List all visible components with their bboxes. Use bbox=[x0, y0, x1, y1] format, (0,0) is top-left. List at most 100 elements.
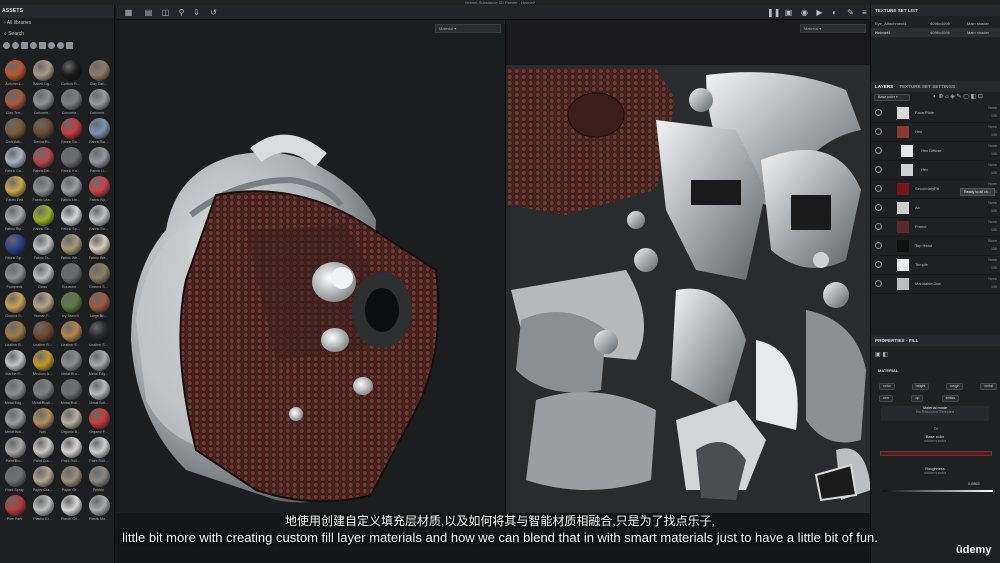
material-thumbnail[interactable]: Metal Wal... bbox=[1, 408, 28, 437]
viewport-3d[interactable]: Material ▾ bbox=[116, 20, 505, 513]
export-icon[interactable]: ⇩ bbox=[192, 8, 201, 17]
toggle-color[interactable]: color bbox=[879, 383, 895, 390]
material-thumbnail[interactable]: Paper Cra... bbox=[29, 466, 56, 495]
history-icon[interactable]: ↺ bbox=[209, 8, 218, 17]
visibility-eye-icon[interactable] bbox=[875, 204, 882, 211]
material-thumbnail[interactable]: Gouache... bbox=[57, 263, 84, 292]
material-thumbnail[interactable]: Metal Rusti... bbox=[29, 379, 56, 408]
material-thumbnail[interactable]: Organic B... bbox=[57, 408, 84, 437]
material-thumbnail[interactable]: Fabric Lin... bbox=[57, 176, 84, 205]
layer-row[interactable]: Hex Diffuse Norm 100 bbox=[871, 142, 1000, 161]
layer-blend-mode[interactable]: Norm bbox=[988, 144, 997, 148]
split-view-icon[interactable]: ◫ bbox=[161, 8, 170, 17]
filter-smart-materials-icon[interactable] bbox=[12, 42, 19, 49]
material-thumbnail[interactable]: Fabric Se... bbox=[29, 205, 56, 234]
layer-blend-mode[interactable]: Norm bbox=[988, 201, 997, 205]
channel-dropdown[interactable]: Base color ▾ bbox=[874, 94, 910, 101]
material-thumbnail[interactable]: Clay Earl... bbox=[85, 60, 112, 89]
layer-row[interactable]: Frame Norm 100 bbox=[871, 218, 1000, 237]
toggle-rough[interactable]: rough bbox=[946, 383, 964, 390]
material-thumbnail[interactable]: Concrete... bbox=[57, 89, 84, 118]
layer-row[interactable]: Mandable Jaw Norm 100 bbox=[871, 275, 1000, 294]
tab-texture-set-settings[interactable]: TEXTURE SET SETTINGS bbox=[899, 81, 955, 92]
material-mode-box[interactable]: Material mode No Resource Selected bbox=[881, 406, 989, 421]
layer-row[interactable]: Hex Norm 100 bbox=[871, 161, 1000, 180]
material-thumbnail[interactable]: Fabric Li... bbox=[85, 147, 112, 176]
pause-icon[interactable]: ❚❚ bbox=[767, 8, 780, 17]
material-thumbnail[interactable]: Glass bbox=[29, 263, 56, 292]
layer-row[interactable]: Temple Norm 100 bbox=[871, 256, 1000, 275]
layer-blend-mode[interactable]: Norm bbox=[988, 106, 997, 110]
material-thumbnail[interactable]: Fabric Ny... bbox=[85, 176, 112, 205]
material-thumbnail[interactable]: Fabric Ba... bbox=[85, 118, 112, 147]
texture-set-row[interactable]: Helmet1 4096x4096 Main shader bbox=[871, 28, 1000, 37]
material-thumbnail[interactable]: Clay Terr... bbox=[1, 89, 28, 118]
display-settings-icon[interactable]: ◉ bbox=[800, 8, 809, 17]
layer-opacity[interactable]: 100 bbox=[991, 209, 997, 213]
visibility-eye-icon[interactable] bbox=[875, 223, 882, 230]
material-thumbnail[interactable]: Metal Bru... bbox=[57, 350, 84, 379]
material-thumbnail[interactable]: Fabric Sp... bbox=[1, 234, 28, 263]
toggle-emiss[interactable]: emiss bbox=[941, 395, 959, 402]
material-thumbnail[interactable]: Fabric Rip... bbox=[1, 205, 28, 234]
visibility-eye-icon[interactable] bbox=[875, 261, 882, 268]
material-thumbnail[interactable]: Metal Edg... bbox=[85, 350, 112, 379]
toggle-op[interactable]: op bbox=[911, 395, 924, 402]
material-thumbnail[interactable]: Leather B... bbox=[1, 321, 28, 350]
grid-view-icon[interactable]: ▦ bbox=[124, 8, 133, 17]
layer-blend-mode[interactable]: Norm bbox=[988, 258, 997, 262]
material-thumbnail[interactable]: Ground S... bbox=[1, 292, 28, 321]
material-thumbnail[interactable]: Fabric Lea... bbox=[29, 176, 56, 205]
material-thumbnail[interactable]: Footprints bbox=[1, 263, 28, 292]
camera-settings-icon[interactable]: ▶ bbox=[815, 8, 824, 17]
roughness-slider[interactable] bbox=[883, 490, 993, 492]
layer-row[interactable]: Top Head Norm 100 bbox=[871, 237, 1000, 256]
search-bar[interactable]: ⌕ Search bbox=[0, 29, 114, 40]
material-thumbnail[interactable]: Fabric Ca... bbox=[1, 147, 28, 176]
texture-set-shader[interactable]: Main shader bbox=[967, 19, 989, 28]
material-thumbnail[interactable]: Large Bri... bbox=[85, 292, 112, 321]
layer-opacity[interactable]: 100 bbox=[991, 152, 997, 156]
texture-set-shader[interactable]: Main shader bbox=[967, 28, 989, 37]
material-thumbnail[interactable]: Ivy Branch bbox=[57, 292, 84, 321]
search-input[interactable]: Search bbox=[8, 31, 24, 37]
material-thumbnail[interactable]: Human F... bbox=[29, 292, 56, 321]
brush-icon[interactable]: ✎ bbox=[846, 8, 855, 17]
visibility-eye-icon[interactable] bbox=[875, 109, 882, 116]
layer-opacity[interactable]: 100 bbox=[991, 114, 997, 118]
material-thumbnail[interactable]: Leather S... bbox=[57, 321, 84, 350]
toggle-metal[interactable]: metal bbox=[980, 383, 997, 390]
material-thumbnail[interactable]: Carbon Fi... bbox=[57, 60, 84, 89]
material-thumbnail[interactable]: Paint Roll... bbox=[85, 437, 112, 466]
material-thumbnail[interactable]: Fabric We... bbox=[57, 234, 84, 263]
material-thumbnail[interactable]: Concrete... bbox=[85, 89, 112, 118]
layer-blend-mode[interactable]: Norm bbox=[988, 182, 997, 186]
layer-opacity[interactable]: 100 bbox=[991, 171, 997, 175]
layer-blend-mode[interactable]: Norm bbox=[988, 125, 997, 129]
material-thumbnail[interactable]: Marble Fi... bbox=[1, 350, 28, 379]
layer-opacity[interactable]: 100 bbox=[991, 228, 997, 232]
layer-blend-mode[interactable]: Norm bbox=[988, 277, 997, 281]
material-thumbnail[interactable]: Fabric Kn... bbox=[57, 147, 84, 176]
material-thumbnail[interactable]: Fabric Felt bbox=[1, 176, 28, 205]
visibility-eye-icon[interactable] bbox=[875, 166, 882, 173]
properties-icons[interactable]: ▣ ◧ bbox=[875, 351, 888, 358]
material-thumbnail[interactable]: Paint Roll... bbox=[57, 437, 84, 466]
uv-view-icon[interactable]: ▤ bbox=[144, 8, 153, 17]
material-thumbnail[interactable]: Denim Ri... bbox=[29, 118, 56, 147]
layer-opacity[interactable]: 100 bbox=[991, 133, 997, 137]
material-thumbnail[interactable]: Baked Lig... bbox=[29, 60, 56, 89]
material-thumbnail[interactable]: Paint Bru... bbox=[1, 437, 28, 466]
filter-filters-icon[interactable] bbox=[48, 42, 55, 49]
visibility-eye-icon[interactable] bbox=[875, 128, 882, 135]
material-thumbnail[interactable]: Fabric Sp... bbox=[57, 205, 84, 234]
roughness-value[interactable]: 0.0863 bbox=[968, 482, 980, 486]
toggle-nrm[interactable]: nrm bbox=[879, 395, 894, 402]
toggle-height[interactable]: height bbox=[911, 383, 930, 390]
visibility-eye-icon[interactable] bbox=[875, 185, 882, 192]
material-thumbnail[interactable]: Autumn L... bbox=[1, 60, 28, 89]
material-thumbnail[interactable]: Paper Gr... bbox=[57, 466, 84, 495]
layer-opacity[interactable]: 100 bbox=[991, 266, 997, 270]
material-thumbnail[interactable]: Cork Adh... bbox=[1, 118, 28, 147]
filter-environments-icon[interactable] bbox=[66, 42, 73, 49]
